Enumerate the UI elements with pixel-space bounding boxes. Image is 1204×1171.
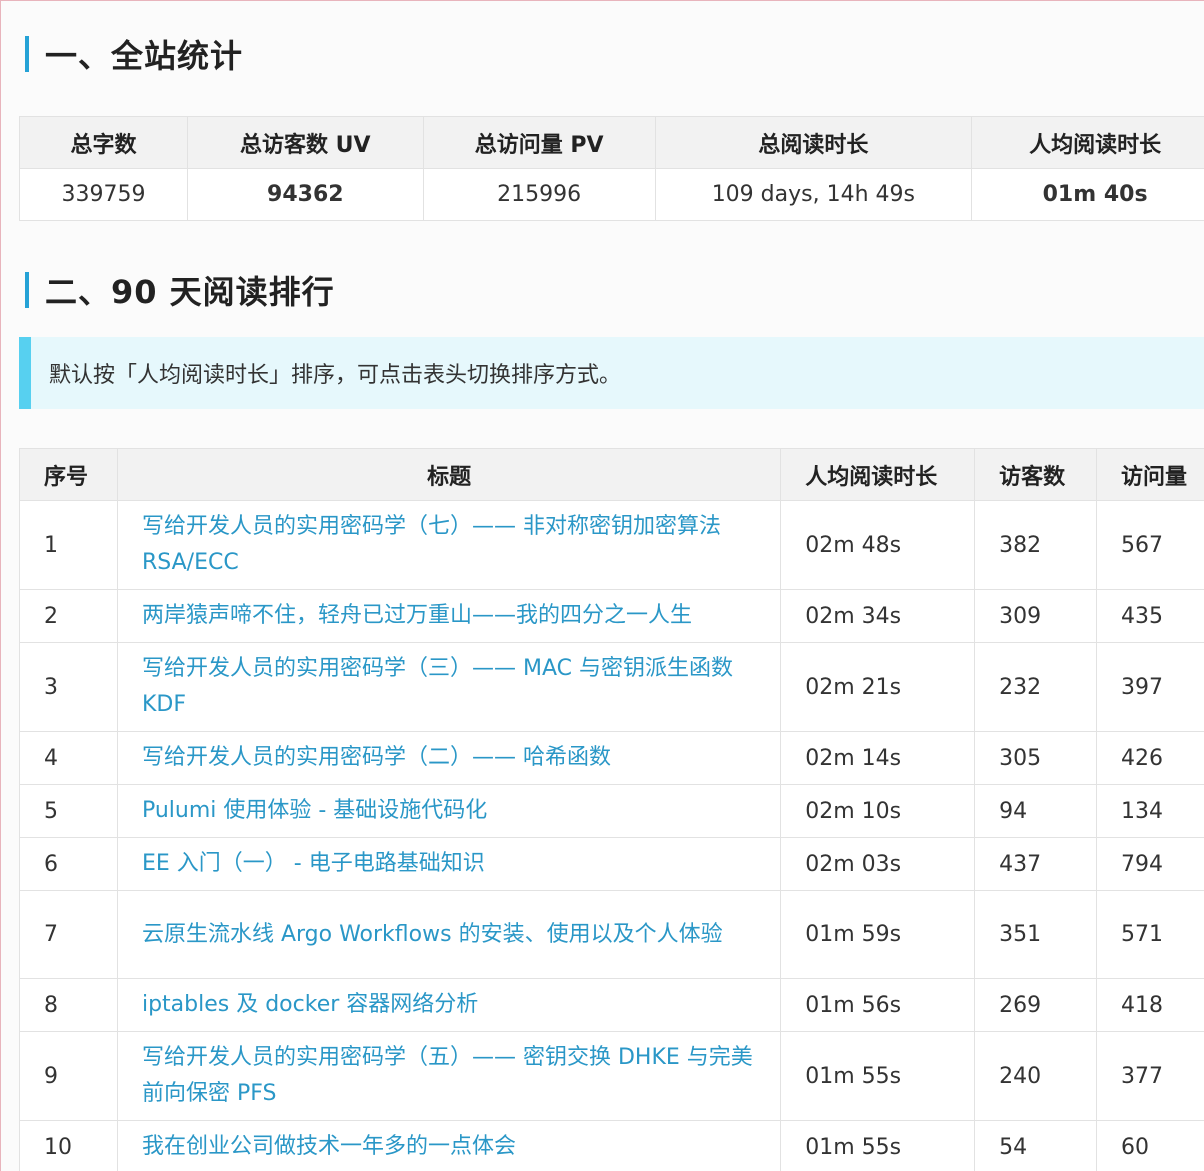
row-avg-read-time: 02m 21s: [780, 642, 976, 732]
row-index: 2: [19, 589, 118, 643]
header-avg-read-time: 人均阅读时长: [971, 116, 1204, 169]
row-index: 10: [19, 1120, 118, 1171]
article-title-link[interactable]: EE 入门（一） - 电子电路基础知识: [116, 837, 782, 891]
article-title-link[interactable]: 写给开发人员的实用密码学（三）—— MAC 与密钥派生函数 KDF: [116, 642, 782, 732]
header-avg-read-time[interactable]: 人均阅读时长: [780, 448, 976, 501]
section-title: 二、90 天阅读排行: [45, 273, 335, 311]
article-title-link[interactable]: 两岸猿声啼不住，轻舟已过万重山——我的四分之一人生: [116, 589, 782, 643]
row-index: 4: [19, 731, 118, 785]
row-avg-read-time: 01m 59s: [780, 890, 976, 979]
row-avg-read-time: 01m 56s: [780, 978, 976, 1032]
row-visitors: 54: [974, 1120, 1098, 1171]
ranking-table: 序号 标题 人均阅读时长 访客数 访问量 1 写给开发人员的实用密码学（七）—— …: [19, 448, 1204, 1171]
row-avg-read-time: 01m 55s: [780, 1031, 976, 1121]
article-title-link[interactable]: iptables 及 docker 容器网络分析: [116, 978, 782, 1032]
row-pageviews: 794: [1096, 837, 1204, 891]
header-total-uv: 总访客数 UV: [186, 116, 424, 169]
row-pageviews: 571: [1096, 890, 1204, 979]
row-pageviews: 567: [1096, 500, 1204, 590]
header-total-read-time: 总阅读时长: [654, 116, 973, 169]
stats-header-row: 总字数 总访客数 UV 总访问量 PV 总阅读时长 人均阅读时长: [19, 116, 1204, 169]
row-pageviews: 418: [1096, 978, 1204, 1032]
section-title: 一、全站统计: [45, 37, 244, 75]
row-avg-read-time: 01m 55s: [780, 1120, 976, 1171]
article-title-link[interactable]: 我在创业公司做技术一年多的一点体会: [116, 1120, 782, 1171]
header-total-pv: 总访问量 PV: [422, 116, 656, 169]
ranking-row: 2 两岸猿声啼不住，轻舟已过万重山——我的四分之一人生 02m 34s 309 435: [19, 589, 1204, 643]
header-visitors[interactable]: 访客数: [974, 448, 1098, 501]
site-stats-table: 总字数 总访客数 UV 总访问量 PV 总阅读时长 人均阅读时长 339759 …: [19, 116, 1204, 221]
ranking-row: 5 Pulumi 使用体验 - 基础设施代码化 02m 10s 94 134: [19, 784, 1204, 838]
row-index: 3: [19, 642, 118, 732]
row-visitors: 240: [974, 1031, 1098, 1121]
row-pageviews: 397: [1096, 642, 1204, 732]
heading-accent-bar: [25, 36, 29, 72]
value-total-words: 339759: [19, 168, 188, 221]
sort-note: 默认按「人均阅读时长」排序，可点击表头切换排序方式。: [19, 337, 1204, 409]
note-text: 默认按「人均阅读时长」排序，可点击表头切换排序方式。: [49, 363, 622, 388]
row-avg-read-time: 02m 14s: [780, 731, 976, 785]
row-visitors: 437: [974, 837, 1098, 891]
row-index: 6: [19, 837, 118, 891]
ranking-row: 4 写给开发人员的实用密码学（二）—— 哈希函数 02m 14s 305 426: [19, 731, 1204, 785]
value-avg-read-time: 01m 40s: [971, 168, 1204, 221]
article-title-link[interactable]: 写给开发人员的实用密码学（七）—— 非对称密钥加密算法 RSA/ECC: [116, 500, 782, 590]
row-avg-read-time: 02m 03s: [780, 837, 976, 891]
stats-value-row: 339759 94362 215996 109 days, 14h 49s 01…: [19, 168, 1204, 221]
row-visitors: 305: [974, 731, 1098, 785]
ranking-row: 9 写给开发人员的实用密码学（五）—— 密钥交换 DHKE 与完美前向保密 PFS…: [19, 1031, 1204, 1121]
row-visitors: 382: [974, 500, 1098, 590]
row-avg-read-time: 02m 48s: [780, 500, 976, 590]
row-index: 5: [19, 784, 118, 838]
value-total-pv: 215996: [422, 168, 656, 221]
ranking-row: 8 iptables 及 docker 容器网络分析 01m 56s 269 418: [19, 978, 1204, 1032]
row-visitors: 269: [974, 978, 1098, 1032]
row-pageviews: 377: [1096, 1031, 1204, 1121]
row-pageviews: 134: [1096, 784, 1204, 838]
page: 一、全站统计 总字数 总访客数 UV 总访问量 PV 总阅读时长 人均阅读时长 …: [0, 0, 1204, 1171]
ranking-row: 10 我在创业公司做技术一年多的一点体会 01m 55s 54 60: [19, 1120, 1204, 1171]
row-visitors: 232: [974, 642, 1098, 732]
row-visitors: 351: [974, 890, 1098, 979]
article-title-link[interactable]: 写给开发人员的实用密码学（五）—— 密钥交换 DHKE 与完美前向保密 PFS: [116, 1031, 782, 1121]
row-visitors: 309: [974, 589, 1098, 643]
row-avg-read-time: 02m 10s: [780, 784, 976, 838]
row-pageviews: 426: [1096, 731, 1204, 785]
row-pageviews: 435: [1096, 589, 1204, 643]
header-title[interactable]: 标题: [116, 448, 782, 501]
ranking-header-row: 序号 标题 人均阅读时长 访客数 访问量: [19, 448, 1204, 501]
heading-accent-bar: [25, 272, 29, 308]
value-total-uv: 94362: [186, 168, 424, 221]
row-index: 1: [19, 500, 118, 590]
section-heading-site-stats: 一、全站统计: [25, 31, 243, 77]
row-index: 9: [19, 1031, 118, 1121]
ranking-row: 3 写给开发人员的实用密码学（三）—— MAC 与密钥派生函数 KDF 02m 21…: [19, 642, 1204, 732]
article-title-link[interactable]: 云原生流水线 Argo Workflows 的安装、使用以及个人体验: [116, 890, 782, 979]
header-total-words: 总字数: [19, 116, 188, 169]
row-index: 7: [19, 890, 118, 979]
article-title-link[interactable]: 写给开发人员的实用密码学（二）—— 哈希函数: [116, 731, 782, 785]
value-total-read-time: 109 days, 14h 49s: [654, 168, 973, 221]
row-index: 8: [19, 978, 118, 1032]
section-heading-ranking: 二、90 天阅读排行: [25, 267, 335, 313]
row-visitors: 94: [974, 784, 1098, 838]
row-avg-read-time: 02m 34s: [780, 589, 976, 643]
row-pageviews: 60: [1096, 1120, 1204, 1171]
ranking-body: 1 写给开发人员的实用密码学（七）—— 非对称密钥加密算法 RSA/ECC 02m …: [19, 500, 1204, 1171]
header-pageviews[interactable]: 访问量: [1096, 448, 1204, 501]
ranking-row: 7 云原生流水线 Argo Workflows 的安装、使用以及个人体验 01m 5…: [19, 890, 1204, 979]
ranking-row: 6 EE 入门（一） - 电子电路基础知识 02m 03s 437 794: [19, 837, 1204, 891]
article-title-link[interactable]: Pulumi 使用体验 - 基础设施代码化: [116, 784, 782, 838]
header-index[interactable]: 序号: [19, 448, 118, 501]
ranking-row: 1 写给开发人员的实用密码学（七）—— 非对称密钥加密算法 RSA/ECC 02m …: [19, 500, 1204, 590]
